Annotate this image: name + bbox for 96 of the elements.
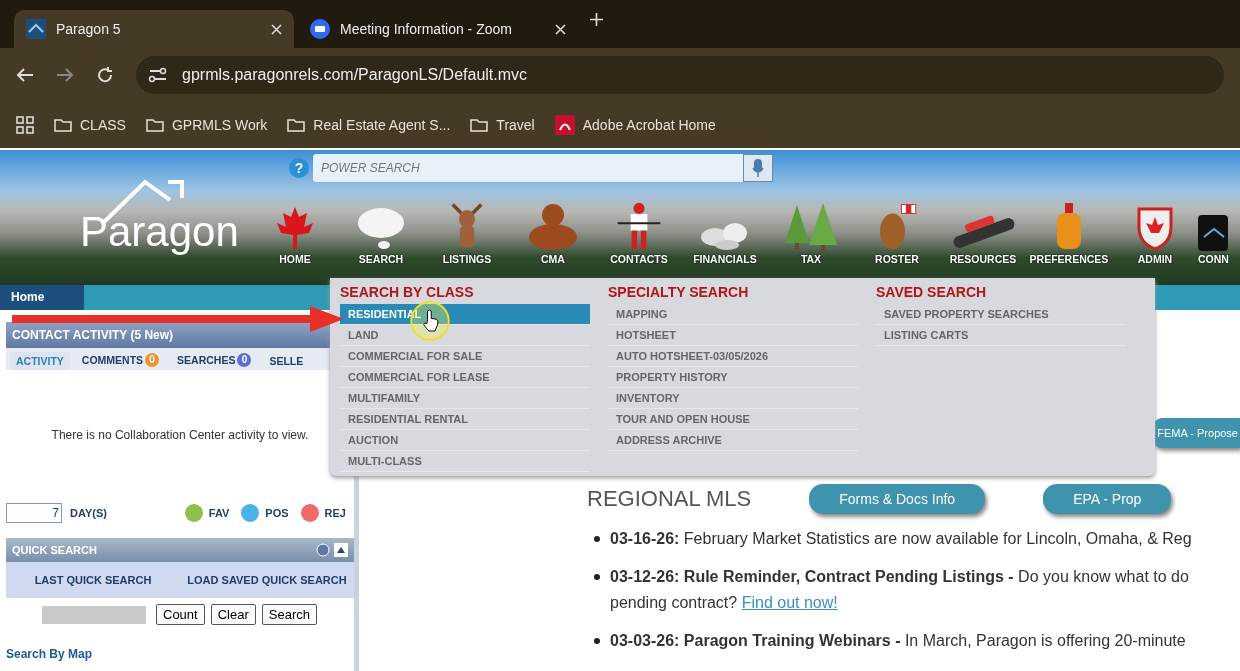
microphone-icon[interactable] [743,154,773,182]
menu-item[interactable]: PROPERTY HISTORY [608,367,858,388]
bookmark[interactable]: Real Estate Agent S... [287,117,451,133]
action-button[interactable]: Count [156,604,205,625]
cloud-icon [356,205,406,251]
pine-trees-icon [783,201,839,251]
legend-label: REJ [324,507,346,519]
menu-item[interactable]: ADDRESS ARCHIVE [608,430,858,451]
menu-heading: SAVED SEARCH [876,284,988,300]
bookmark[interactable]: GPRMLS Work [145,117,268,133]
nav-item[interactable]: SEARCH [338,201,424,265]
bookmark[interactable]: Travel [470,117,535,133]
site-settings-icon[interactable] [148,67,168,83]
nav-item[interactable]: RESOURCES [940,201,1026,265]
quick-search-option[interactable]: LOAD SAVED QUICK SEARCH [180,562,354,598]
menu-item[interactable]: MULTI-CLASS [340,451,590,472]
tab-title: Meeting Information - Zoom [340,21,513,37]
menu-item[interactable]: INVENTORY [608,388,858,409]
news-item: 03-03-26: Paragon Training Webinars - In March, Paragon is offering 20-minute [610,631,1186,651]
help-button[interactable]: ? [289,158,309,178]
url-text: gprmls.paragonrels.com/ParagonLS/Default.mvc [182,66,528,84]
nav-item[interactable]: PREFERENCES [1026,201,1112,265]
nav-item[interactable]: TAX [768,201,854,265]
nav-item[interactable]: CMA [510,201,596,265]
quick-search-option[interactable]: LAST QUICK SEARCH [6,562,180,598]
address-bar[interactable]: gprmls.paragonrels.com/ParagonLS/Default.mvc [136,56,1224,94]
bookmark[interactable]: Adobe Acrobat Home [554,115,716,135]
browser-tab[interactable]: Paragon 5 [14,10,294,48]
folder-icon [54,118,72,132]
quick-search-title: QUICK SEARCH [12,544,97,556]
app-tile-icon [1198,215,1228,251]
menu-item[interactable]: COMMERCIAL FOR SALE [340,346,590,367]
folder-icon [287,118,306,132]
nav-item[interactable]: CONTACTS [596,201,682,265]
days-field[interactable]: 7 [6,503,62,523]
browser-tab[interactable]: Meeting Information - Zoom [298,10,578,48]
search-by-map-link[interactable]: Search By Map [6,647,354,661]
panel-tab[interactable]: SELLE [263,352,310,370]
news-item: 03-12-26: Rule Reminder, Contract Pending Listings - Do you know what to do pending contract? Find out now! [610,567,1189,613]
bookmark[interactable]: CLASS [54,117,126,133]
menu-item[interactable]: COMMERCIAL FOR LEASE [340,367,590,388]
panel-tab[interactable]: COMMENTS 0 [75,350,166,370]
count-badge: 0 [237,353,252,367]
menu-item[interactable]: MULTIFAMILY [340,388,590,409]
reload-icon[interactable] [96,66,114,84]
folder-icon [145,118,164,132]
menu-item[interactable]: AUCTION [340,430,590,451]
apps-grid-icon[interactable] [16,116,34,134]
roof-icon [26,19,46,39]
days-label: DAY(S) [70,507,107,519]
nav-item[interactable]: CONN [1198,201,1229,265]
close-icon[interactable] [555,23,566,35]
paragon-logo: Paragon [80,208,239,256]
nav-item[interactable]: ROSTER [854,201,940,265]
info-button[interactable]: Forms & Docs Info [809,484,986,514]
menu-item[interactable]: RESIDENTIAL RENTAL [340,409,590,430]
info-button[interactable]: EPA - Prop [1043,484,1172,514]
bullet-icon [594,536,600,542]
menu-item[interactable]: MAPPING [608,304,858,325]
nav-item[interactable]: ADMIN [1112,201,1198,265]
menu-item[interactable]: SAVED PROPERTY SEARCHES [876,304,1126,325]
legend-label: FAV [208,507,230,519]
menu-heading: SPECIALTY SEARCH [608,284,750,300]
menu-item[interactable]: LISTING CARTS [876,325,1126,346]
panel-tab[interactable]: SEARCHES 0 [171,350,258,370]
menu-item[interactable]: TOUR AND OPEN HOUSE [608,409,858,430]
news-item: 03-16-26: February Market Statistics are now available for Lincoln, Omaha, & Reg [610,529,1192,549]
back-icon[interactable] [16,67,34,83]
collapse-icon[interactable] [334,543,348,557]
menu-item[interactable]: HOTSHEET [608,325,858,346]
nav-item[interactable]: LISTINGS [424,201,510,265]
forward-icon[interactable] [56,67,74,83]
action-button[interactable]: Clear [210,604,256,625]
power-search-field[interactable]: POWER SEARCH [313,154,743,182]
shield-icon [1137,205,1173,251]
tab-title: Paragon 5 [56,21,122,37]
menu-item[interactable]: AUTO HOTSHEET-03/05/2026 [608,346,858,367]
action-button[interactable]: Search [261,604,317,625]
close-icon[interactable] [271,23,282,35]
count-badge: 0 [145,353,160,367]
nav-item[interactable]: FINANCIALS [682,201,768,265]
menu-heading: SEARCH BY CLASS [340,284,475,300]
folder-icon [470,118,489,132]
bullet-icon [594,638,600,644]
video-app-icon [310,19,330,39]
empty-message: There is no Collaboration Center activity to view. [51,428,309,442]
bullet-icon [594,574,600,580]
settings-icon[interactable] [316,543,330,557]
nav-item[interactable]: HOME [252,201,338,265]
find-out-link[interactable]: Find out now! [741,594,838,611]
home-tab[interactable]: Home [0,285,85,310]
section-heading: REGIONAL MLS [587,486,752,512]
quick-search-field[interactable] [42,605,146,624]
new-tab-icon[interactable] [590,12,603,26]
legend-label: POS [265,507,289,519]
pdf-icon [554,115,575,135]
